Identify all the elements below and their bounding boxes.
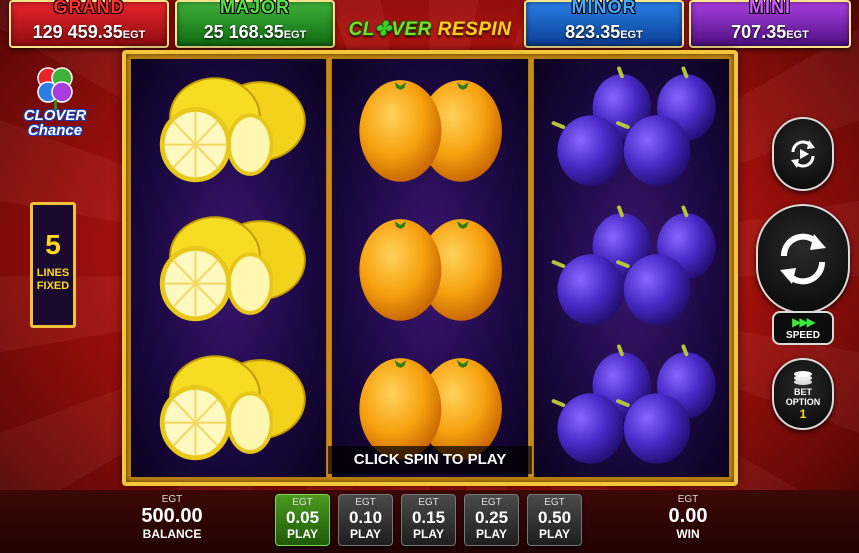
jackpot-grand-value: 129 459.35EGT	[32, 22, 146, 42]
reel-3	[532, 58, 730, 478]
jackpot-minor-value: 823.35EGT	[565, 22, 643, 42]
orange-symbol	[332, 198, 527, 336]
bet-button-0-05[interactable]: EGT 0.05 PLAY	[275, 494, 330, 546]
bet-option-value: 1	[799, 406, 807, 421]
win-display: EGT 0.00 WIN	[648, 494, 728, 541]
lines-count: 5	[45, 229, 61, 260]
bet-currency: EGT	[292, 497, 313, 508]
bet-value: 0.10	[348, 508, 383, 527]
lemon-icon	[159, 216, 306, 322]
balance-label: BALANCE	[142, 527, 202, 541]
bet-label: PLAY	[413, 527, 444, 541]
balance-display: EGT 500.00 BALANCE	[130, 494, 214, 541]
bet-button-0-50[interactable]: EGT 0.50 PLAY	[527, 494, 582, 546]
bet-option-button[interactable]: BET OPTION 1	[772, 358, 834, 430]
clover-icon: ✤	[374, 19, 392, 40]
bet-currency: EGT	[481, 497, 502, 508]
bet-value: 0.50	[537, 508, 572, 527]
coins-icon	[794, 370, 812, 385]
lemon-symbol	[131, 59, 326, 197]
bet-label: PLAY	[539, 527, 570, 541]
bet-label: PLAY	[287, 527, 318, 541]
spin-message: CLICK SPIN TO PLAY	[328, 446, 532, 474]
jackpot-grand: GRAND 129 459.35EGT	[9, 0, 169, 48]
bet-currency: EGT	[544, 497, 565, 508]
clover-chance-text: CLOVER Chance	[23, 107, 87, 139]
bet-option-label: BET OPTION	[785, 386, 821, 407]
orange-icon	[359, 219, 503, 321]
plum-icon	[551, 344, 716, 464]
autoplay-icon	[791, 140, 815, 168]
jackpot-major-name: MAJOR	[219, 0, 290, 17]
reel-frame: CLICK SPIN TO PLAY	[122, 50, 738, 486]
win-currency: EGT	[677, 494, 699, 505]
lines-label: LINES FIXED	[36, 267, 70, 292]
bet-button-0-10[interactable]: EGT 0.10 PLAY	[338, 494, 393, 546]
plum-symbol	[534, 59, 729, 197]
clover-chance-logo: CLOVER Chance	[18, 64, 92, 148]
spin-button[interactable]	[756, 204, 850, 314]
speed-button[interactable]: ▶▶▶ SPEED	[772, 311, 834, 345]
game-logo: CL✤VER RESPIN	[348, 19, 512, 40]
speed-label: SPEED	[786, 330, 820, 341]
balance-value: 500.00	[141, 505, 203, 527]
reel-1	[130, 58, 328, 478]
reels	[130, 58, 730, 478]
lemon-symbol	[131, 337, 326, 475]
bet-currency: EGT	[355, 497, 376, 508]
bet-label: PLAY	[350, 527, 381, 541]
jackpot-major-value: 25 168.35EGT	[203, 22, 307, 42]
spin-icon	[780, 233, 826, 285]
plum-symbol	[534, 337, 729, 475]
fast-forward-icon: ▶▶▶	[792, 315, 816, 329]
jackpot-minor: MINOR 823.35EGT	[524, 0, 684, 48]
bet-value: 0.15	[411, 508, 446, 527]
orange-symbol	[332, 59, 527, 197]
bet-currency: EGT	[418, 497, 439, 508]
jackpot-major: MAJOR 25 168.35EGT	[175, 0, 335, 48]
reel-2	[331, 58, 529, 478]
lemon-icon	[159, 355, 306, 461]
jackpot-mini-value: 707.35EGT	[731, 22, 809, 42]
bet-button-0-25[interactable]: EGT 0.25 PLAY	[464, 494, 519, 546]
jackpot-mini: MINI 707.35EGT	[689, 0, 851, 48]
lemon-symbol	[131, 198, 326, 336]
orange-icon	[359, 80, 503, 182]
win-label: WIN	[676, 527, 700, 541]
win-value: 0.00	[668, 505, 708, 527]
lines-indicator: 5 LINES FIXED	[30, 202, 76, 328]
jackpot-mini-name: MINI	[749, 0, 791, 17]
bet-value: 0.25	[474, 508, 509, 527]
bet-value: 0.05	[285, 508, 320, 527]
plum-icon	[551, 205, 716, 325]
plum-icon	[551, 66, 716, 186]
lemon-icon	[159, 77, 306, 183]
jackpot-grand-name: GRAND	[53, 0, 125, 17]
jackpot-minor-name: MINOR	[571, 0, 637, 17]
autoplay-button[interactable]	[772, 117, 834, 191]
balance-currency: EGT	[161, 494, 183, 505]
plum-symbol	[534, 198, 729, 336]
bet-label: PLAY	[476, 527, 507, 541]
bet-button-0-15[interactable]: EGT 0.15 PLAY	[401, 494, 456, 546]
